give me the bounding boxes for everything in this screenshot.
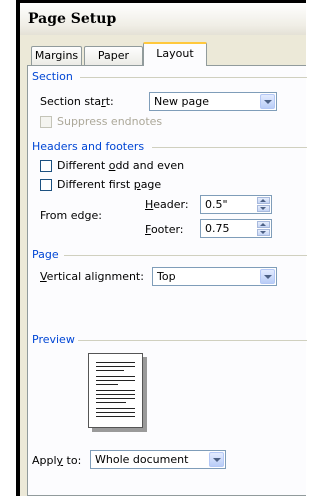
chevron-down-icon[interactable] — [260, 94, 275, 109]
headers-rule-wrap — [28, 140, 307, 154]
section-heading-text: Section — [32, 70, 73, 83]
dialog-title: Page Setup — [20, 3, 306, 35]
vertical-alignment-value: Top — [157, 270, 176, 283]
page-rule-wrap — [28, 248, 307, 262]
tab-paper[interactable]: Paper — [84, 46, 143, 65]
layout-panel: Section Section start: New page Suppress… — [27, 65, 307, 496]
suppress-endnotes-label: Suppress endnotes — [57, 115, 163, 128]
section-start-label: Section start: — [40, 95, 114, 108]
page-setup-dialog: Margins Paper Layout Section Section sta… — [20, 35, 307, 496]
section-heading: Section — [32, 70, 73, 84]
spin-down-icon[interactable] — [257, 229, 270, 236]
preview-divider — [78, 340, 307, 341]
headers-divider — [152, 147, 307, 148]
chevron-down-icon[interactable] — [209, 452, 224, 467]
apply-to-value: Whole document — [95, 453, 189, 466]
section-start-select[interactable]: New page — [149, 92, 277, 111]
spinner-buttons[interactable] — [257, 197, 270, 212]
different-first-page-label: Different first page — [57, 178, 162, 191]
apply-to-select[interactable]: Whole document — [90, 450, 226, 469]
different-odd-even-checkbox[interactable] — [40, 160, 52, 172]
suppress-endnotes-checkbox[interactable] — [40, 116, 52, 128]
spin-down-icon[interactable] — [257, 205, 270, 212]
spin-up-icon[interactable] — [257, 221, 270, 228]
vertical-alignment-label: Vertical alignment: — [40, 270, 144, 283]
footer-distance-spinner[interactable]: 0.75 — [200, 219, 272, 238]
tab-layout[interactable]: Layout — [143, 42, 207, 66]
different-first-page-checkbox[interactable] — [40, 179, 52, 191]
from-edge-label: From edge: — [40, 209, 102, 222]
apply-to-label: Apply to: — [32, 454, 82, 467]
spinner-buttons[interactable] — [257, 221, 270, 236]
tab-margins[interactable]: Margins — [31, 46, 82, 65]
header-label: Header: — [145, 198, 189, 211]
different-odd-even-label: Different odd and even — [57, 159, 185, 172]
page-divider — [64, 255, 307, 256]
header-distance-spinner[interactable]: 0.5" — [200, 195, 272, 214]
spin-up-icon[interactable] — [257, 197, 270, 204]
header-distance-value: 0.5" — [205, 198, 228, 211]
preview-rule-wrap — [28, 333, 307, 347]
vertical-alignment-select[interactable]: Top — [152, 267, 277, 286]
preview-page-thumbnail — [88, 353, 143, 428]
footer-label: Footer: — [145, 223, 184, 236]
section-divider — [80, 77, 307, 78]
chevron-down-icon[interactable] — [260, 269, 275, 284]
section-start-value: New page — [154, 95, 209, 108]
footer-distance-value: 0.75 — [205, 222, 230, 235]
